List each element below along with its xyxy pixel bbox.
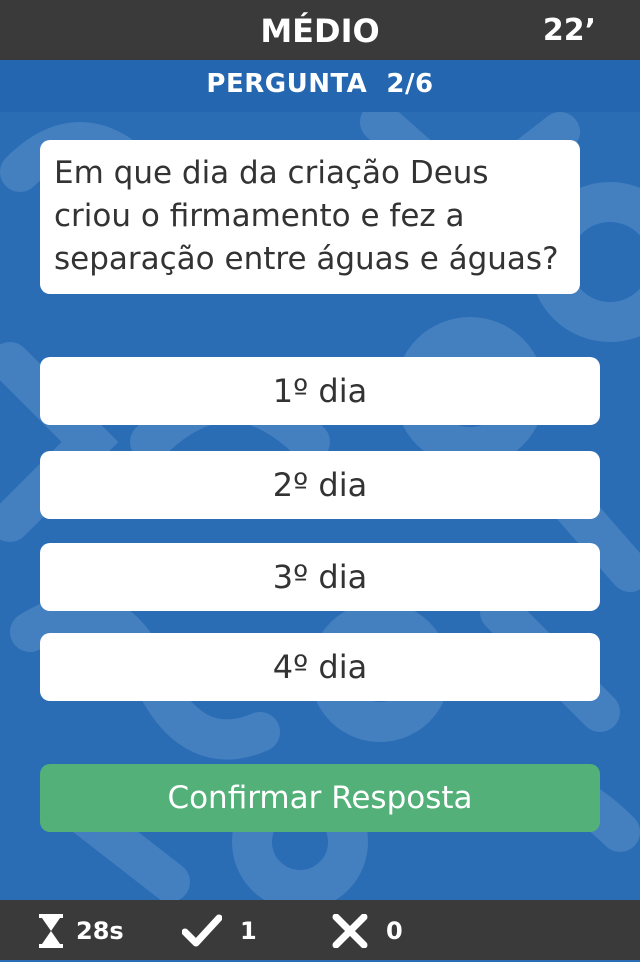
correct-count: 1 [240, 917, 257, 945]
stats-bar: 28s 1 0 [0, 900, 640, 960]
question-progress: PERGUNTA 2/6 [0, 60, 640, 112]
answer-option-4[interactable]: 4º dia [40, 633, 600, 701]
answer-option-3[interactable]: 3º dia [40, 543, 600, 611]
top-bar: MÉDIO 22’ [0, 0, 640, 60]
x-icon [332, 913, 368, 954]
hourglass-icon [38, 914, 64, 954]
time-limit: 22’ [542, 13, 596, 48]
wrong-count: 0 [386, 917, 403, 945]
confirm-answer-button[interactable]: Confirmar Resposta [40, 764, 600, 832]
timer-value: 28s [76, 917, 124, 945]
check-icon [181, 914, 223, 954]
question-card: Em que dia da criação Deus criou o firma… [40, 140, 580, 294]
answer-option-1[interactable]: 1º dia [40, 357, 600, 425]
question-text: Em que dia da criação Deus criou o firma… [54, 155, 559, 277]
answer-option-2[interactable]: 2º dia [40, 451, 600, 519]
